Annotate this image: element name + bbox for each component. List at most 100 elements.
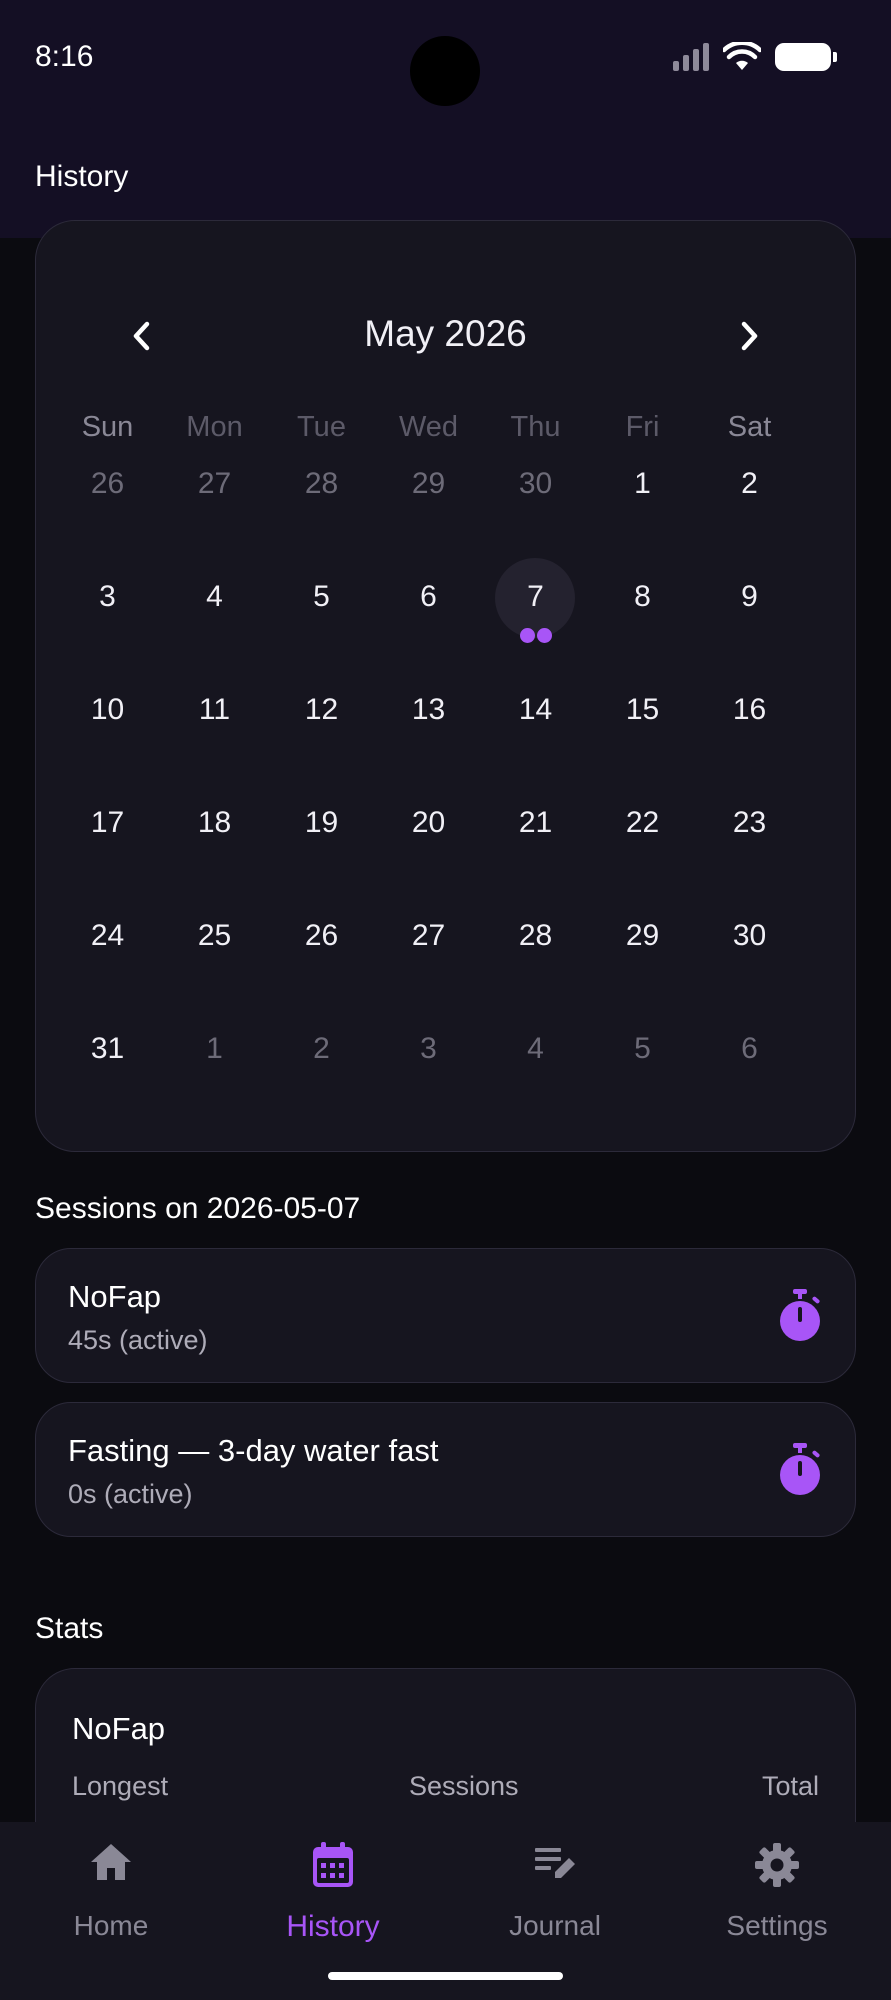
calendar-day-number: 16 <box>732 693 767 726</box>
calendar-day-number: 28 <box>304 467 339 500</box>
calendar-day-number: 23 <box>732 806 767 839</box>
calendar-day-number: 18 <box>197 806 232 839</box>
calendar-day-number: 29 <box>625 919 660 952</box>
calendar-day-number: 14 <box>518 693 553 726</box>
session-name: NoFap <box>68 1279 162 1314</box>
calendar-day[interactable]: 31 <box>54 1026 161 1139</box>
stat-label-total: Total <box>761 1771 819 1801</box>
calendar-day[interactable]: 21 <box>482 800 589 913</box>
calendar-day[interactable]: 3 <box>375 1026 482 1139</box>
journal-edit-icon <box>535 1848 575 1878</box>
calendar-day[interactable]: 23 <box>696 800 803 913</box>
calendar-day[interactable]: 18 <box>161 800 268 913</box>
home-icon <box>91 1844 131 1880</box>
session-card-nofap[interactable]: NoFap 45s (active) <box>35 1248 856 1383</box>
calendar-day[interactable]: 27 <box>161 461 268 574</box>
calendar-day[interactable]: 29 <box>589 913 696 1026</box>
calendar-day[interactable]: 2 <box>696 461 803 574</box>
weekday-label: Wed <box>398 411 459 443</box>
calendar-day-number: 8 <box>634 580 651 613</box>
calendar-day[interactable]: 6 <box>375 574 482 687</box>
calendar-day-number: 24 <box>90 919 125 952</box>
calendar-day[interactable]: 5 <box>589 1026 696 1139</box>
calendar-day[interactable]: 19 <box>268 800 375 913</box>
cellular-signal-icon <box>673 43 709 71</box>
calendar-day-number: 19 <box>304 806 339 839</box>
calendar-day[interactable]: 4 <box>161 574 268 687</box>
calendar-day-number: 9 <box>741 580 758 613</box>
calendar-day[interactable]: 24 <box>54 913 161 1026</box>
calendar-day-number: 17 <box>90 806 125 839</box>
calendar-day[interactable]: 12 <box>268 687 375 800</box>
wifi-icon <box>723 42 761 70</box>
session-duration: 45s (active) <box>68 1325 208 1355</box>
calendar-day[interactable]: 6 <box>696 1026 803 1139</box>
sessions-heading: Sessions on 2026-05-07 <box>35 1192 361 1225</box>
session-name: Fasting — 3-day water fast <box>68 1433 439 1468</box>
calendar-day[interactable]: 2 <box>268 1026 375 1139</box>
stat-label-sessions: Sessions <box>409 1771 519 1801</box>
status-time: 8:16 <box>35 40 94 73</box>
calendar-day-number: 20 <box>411 806 446 839</box>
nav-item-settings[interactable]: Settings <box>666 1822 888 1962</box>
calendar-day[interactable]: 20 <box>375 800 482 913</box>
calendar-day[interactable]: 7 <box>482 558 589 687</box>
calendar-day-number: 3 <box>99 580 116 613</box>
calendar-day[interactable]: 9 <box>696 574 803 687</box>
calendar-card: May 2026 Sun Mon Tue Wed Thu Fri Sat 26 2… <box>35 220 856 1152</box>
weekday-label: Sun <box>81 411 134 443</box>
calendar-day-number: 12 <box>304 693 339 726</box>
weekday-label: Thu <box>510 411 561 443</box>
calendar-day[interactable]: 4 <box>482 1026 589 1139</box>
calendar-day-number: 6 <box>420 580 437 613</box>
calendar-day[interactable]: 11 <box>161 687 268 800</box>
calendar-day-number: 4 <box>527 1032 544 1065</box>
calendar-day[interactable]: 10 <box>54 687 161 800</box>
calendar-day[interactable]: 13 <box>375 687 482 800</box>
nav-label: Home <box>73 1910 149 1941</box>
calendar-day[interactable]: 26 <box>268 913 375 1026</box>
calendar-day[interactable]: 1 <box>589 461 696 574</box>
calendar-day-number: 13 <box>411 693 446 726</box>
calendar-day[interactable]: 29 <box>375 461 482 574</box>
calendar-day-number: 29 <box>411 467 446 500</box>
session-duration: 0s (active) <box>68 1479 193 1509</box>
top-bar: 8:16 History <box>0 0 891 238</box>
calendar-day[interactable]: 17 <box>54 800 161 913</box>
calendar-day-number: 15 <box>625 693 660 726</box>
calendar-day[interactable]: 8 <box>589 574 696 687</box>
nav-item-journal[interactable]: Journal <box>444 1822 666 1962</box>
calendar-day-number: 30 <box>518 467 553 500</box>
timer-icon <box>780 1289 820 1341</box>
calendar-day-number: 28 <box>518 919 553 952</box>
calendar-day[interactable]: 30 <box>696 913 803 1026</box>
nav-item-home[interactable]: Home <box>0 1822 222 1962</box>
calendar-day[interactable]: 3 <box>54 574 161 687</box>
calendar-day[interactable]: 22 <box>589 800 696 913</box>
calendar-day[interactable]: 1 <box>161 1026 268 1139</box>
calendar-day[interactable]: 27 <box>375 913 482 1026</box>
session-dots <box>482 628 589 643</box>
calendar-day[interactable]: 28 <box>482 913 589 1026</box>
calendar-day[interactable]: 28 <box>268 461 375 574</box>
timer-icon <box>780 1443 820 1495</box>
nav-item-history[interactable]: History <box>222 1822 444 1962</box>
calendar-day-number: 27 <box>411 919 446 952</box>
calendar-day-number: 30 <box>732 919 767 952</box>
calendar-day[interactable]: 14 <box>482 687 589 800</box>
calendar-day-number: 7 <box>527 580 544 613</box>
session-card-fasting[interactable]: Fasting — 3-day water fast 0s (active) <box>35 1402 856 1537</box>
calendar-day[interactable]: 26 <box>54 461 161 574</box>
calendar-day[interactable]: 16 <box>696 687 803 800</box>
calendar-day[interactable]: 15 <box>589 687 696 800</box>
calendar-day-number: 31 <box>90 1032 125 1065</box>
session-dot <box>519 628 535 643</box>
next-month-button[interactable] <box>730 316 770 356</box>
nav-label: Settings <box>726 1910 828 1941</box>
calendar-days-grid: 26 27 28 29 30 1 2 3 4 5 6 7 8 9 10 11 12 13 14 15 16 17 18 19 2… <box>54 461 803 1139</box>
calendar-day[interactable]: 5 <box>268 574 375 687</box>
calendar-day-number: 5 <box>313 580 330 613</box>
calendar-day-number: 1 <box>206 1032 223 1065</box>
stat-label-longest: Longest <box>72 1771 169 1801</box>
calendar-day[interactable]: 25 <box>161 913 268 1026</box>
